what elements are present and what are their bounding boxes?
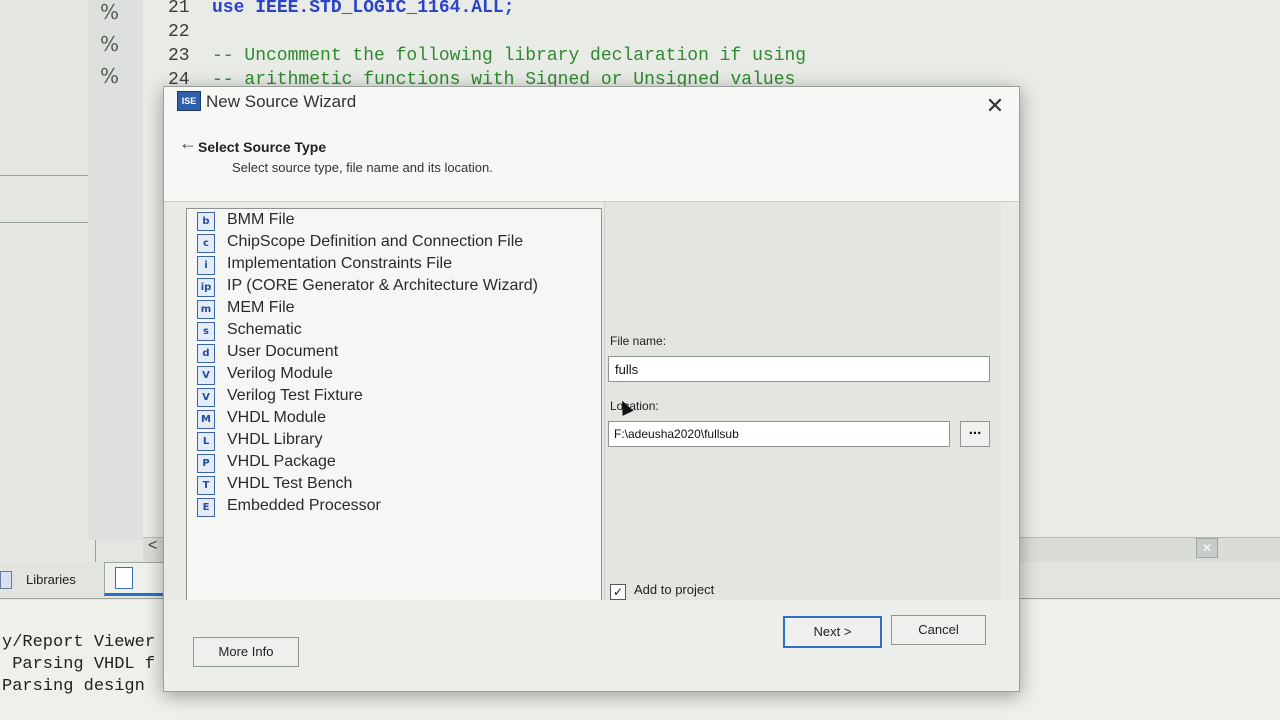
source-type-label: VHDL Module [227, 409, 327, 426]
wizard-step-subtitle: Select source type, file name and its lo… [232, 160, 493, 175]
code-token: use [212, 0, 256, 18]
source-type-item[interactable]: b BMM File [195, 210, 595, 232]
wizard-footer: More Info Next > Cancel [164, 600, 1019, 691]
source-type-icon: V [197, 388, 215, 407]
source-type-icon: L [197, 432, 215, 451]
file-name-input[interactable] [608, 356, 990, 382]
source-type-label: BMM File [227, 211, 295, 228]
line-number: 21 [168, 0, 190, 18]
close-panel-icon[interactable]: ✕ [1196, 538, 1218, 558]
source-type-icon: T [197, 476, 215, 495]
document-icon [115, 567, 133, 589]
back-arrow-icon: ← [179, 133, 197, 153]
source-type-icon: i [197, 256, 215, 275]
source-type-label: Embedded Processor [227, 497, 381, 514]
add-to-project-label: Add to project [634, 582, 715, 597]
source-type-item[interactable]: ip IP (CORE Generator & Architecture Wiza… [195, 276, 595, 298]
line-number: 22 [168, 22, 190, 42]
source-type-icon: E [197, 498, 215, 517]
source-type-icon: ip [197, 278, 215, 297]
wizard-step-title: Select Source Type [198, 139, 327, 155]
line-number: 23 [168, 46, 190, 66]
add-to-project-checkbox[interactable]: ✓ [610, 584, 626, 600]
tab-libraries-label: Libraries [26, 572, 76, 587]
dialog-title: New Source Wizard [206, 92, 357, 111]
dialog-titlebar: ISE New Source Wizard ✕ [164, 87, 1019, 121]
scroll-left-icon[interactable]: < [148, 537, 157, 555]
source-type-item[interactable]: i Implementation Constraints File [195, 254, 595, 276]
console-line: Parsing design [2, 677, 145, 696]
fold-marker-icon[interactable]: % [100, 0, 119, 24]
source-type-icon: m [197, 300, 215, 319]
source-type-item[interactable]: P VHDL Package [195, 452, 595, 474]
code-token: -- Uncomment the following library decla… [212, 46, 807, 66]
source-type-label: VHDL Test Bench [227, 475, 353, 492]
source-type-label: IP (CORE Generator & Architecture Wizard… [227, 277, 538, 294]
source-type-label: Verilog Test Fixture [227, 387, 363, 404]
source-type-label: ChipScope Definition and Connection File [227, 233, 524, 250]
libraries-icon [0, 571, 12, 589]
source-type-icon: s [197, 322, 215, 341]
fold-marker-icon[interactable]: % [100, 64, 119, 88]
source-type-icon: V [197, 366, 215, 385]
source-type-item[interactable]: E Embedded Processor [195, 496, 595, 518]
source-type-icon: M [197, 410, 215, 429]
file-options-panel [604, 202, 1001, 604]
left-panel-bottom [0, 222, 96, 563]
source-type-icon: b [197, 212, 215, 231]
wizard-header: ← Select Source Type Select source type,… [164, 121, 1019, 202]
tab-libraries[interactable]: Libraries [0, 566, 100, 592]
source-type-label: VHDL Library [227, 431, 323, 448]
source-type-label: Verilog Module [227, 365, 333, 382]
source-type-label: Implementation Constraints File [227, 255, 452, 272]
source-type-item[interactable]: s Schematic [195, 320, 595, 342]
source-type-icon: P [197, 454, 215, 473]
code-line: 22 [168, 22, 212, 42]
code-line: 23 -- Uncomment the following library dec… [168, 46, 806, 66]
close-button[interactable]: ✕ [982, 93, 1008, 119]
source-type-label: Schematic [227, 321, 302, 338]
source-type-label: VHDL Package [227, 453, 336, 470]
cancel-button[interactable]: Cancel [891, 615, 986, 645]
source-type-list[interactable]: b BMM File c ChipScope Definition and Conne… [186, 208, 602, 606]
browse-button[interactable]: ... [960, 421, 990, 447]
location-input[interactable] [608, 421, 950, 447]
source-type-item[interactable]: T VHDL Test Bench [195, 474, 595, 496]
console-line: y/Report Viewer [2, 633, 156, 652]
source-type-item[interactable]: m MEM File [195, 298, 595, 320]
source-type-icon: c [197, 234, 215, 253]
source-type-item[interactable]: d User Document [195, 342, 595, 364]
file-name-label: File name: [610, 334, 667, 348]
source-type-item[interactable]: c ChipScope Definition and Connection Fil… [195, 232, 595, 254]
source-type-label: User Document [227, 343, 339, 360]
source-type-item[interactable]: V Verilog Test Fixture [195, 386, 595, 408]
more-info-button[interactable]: More Info [193, 637, 299, 667]
left-panel-top [0, 0, 89, 176]
code-token: ALL; [471, 0, 515, 18]
next-button[interactable]: Next > [783, 616, 882, 648]
code-line: 21 use IEEE.STD_LOGIC_1164.ALL; [168, 0, 514, 18]
source-type-item[interactable]: L VHDL Library [195, 430, 595, 452]
new-source-wizard-dialog: ISE New Source Wizard ✕ ← Select Source … [163, 86, 1020, 692]
source-type-item[interactable]: V Verilog Module [195, 364, 595, 386]
fold-marker-icon[interactable]: % [100, 32, 119, 56]
source-type-item[interactable]: M VHDL Module [195, 408, 595, 430]
source-type-icon: d [197, 344, 215, 363]
ise-app-icon: ISE [177, 91, 201, 111]
code-token: IEEE.STD_LOGIC_1164. [255, 0, 472, 18]
source-type-label: MEM File [227, 299, 295, 316]
console-line: Parsing VHDL f [2, 655, 156, 674]
